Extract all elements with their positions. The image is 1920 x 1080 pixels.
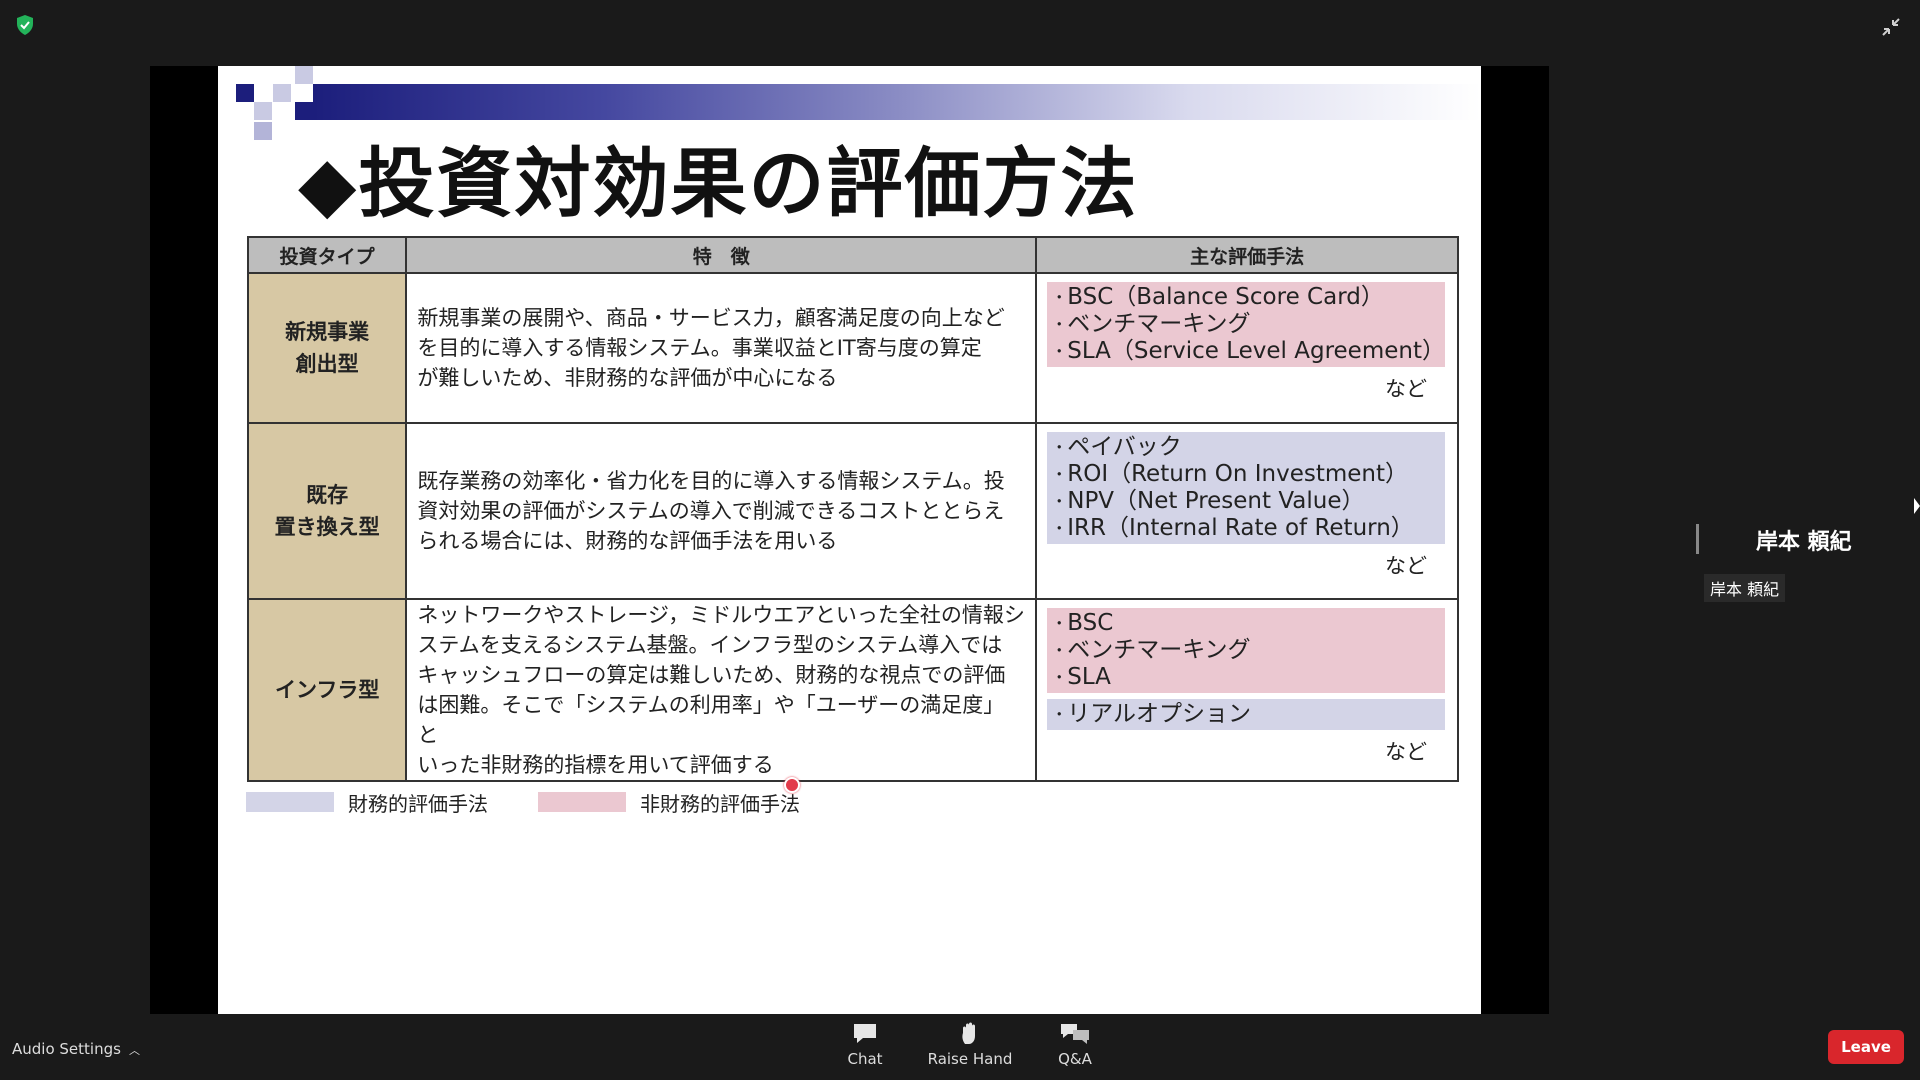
chat-button[interactable]: Chat [820,1022,910,1068]
feature-line: が難しいため、非財務的な評価が中心になる [417,366,838,390]
raise-hand-label: Raise Hand [927,1050,1013,1068]
mouse-cursor [1914,498,1920,514]
type-cell: インフラ型 [246,598,408,782]
method-item: ROI（Return On Investment） [1051,461,1445,488]
etc-label: など [1385,740,1427,764]
type-cell: 新規事業 創出型 [246,272,408,424]
header-investment-type: 投資タイプ [246,236,408,274]
evaluation-methods-table: 投資タイプ 特 徴 主な評価手法 新規事業 創出型 新規事業の展開や、商品・サー… [246,236,1459,782]
speaker-indicator [1696,524,1699,554]
banner-square [254,122,272,140]
chat-label: Chat [847,1050,883,1068]
feature-line: 既存業務の効率化・省力化を目的に導入する情報システム。投 [417,469,1005,493]
banner-square [273,84,291,102]
feature-line: いった非財務的指標を用いて評価する [417,753,774,777]
methods-cell: BSC（Balance Score Card） ベンチマーキング SLA（Ser… [1035,272,1459,424]
non-financial-method-group: BSC（Balance Score Card） ベンチマーキング SLA（Ser… [1047,282,1445,367]
method-item: リアルオプション [1051,701,1445,728]
method-item: SLA [1051,664,1445,691]
method-item: IRR（Internal Rate of Return） [1051,515,1445,542]
method-item: ベンチマーキング [1051,637,1445,664]
slide-title: ◆投資対効果の評価方法 [298,139,1139,228]
type-label: 既存 [306,483,349,507]
banner-square [295,66,313,84]
financial-method-group: ペイバック ROI（Return On Investment） NPV（Net … [1047,432,1445,544]
qa-icon [1061,1024,1089,1044]
active-speaker-name: 岸本 頼紀 [1756,530,1852,555]
banner-square [254,102,272,120]
feature-line: 新規事業の展開や、商品・サービス力，顧客満足度の向上など [417,306,1005,330]
raise-hand-button[interactable]: Raise Hand [925,1022,1015,1068]
feature-line: ネットワークやストレージ，ミドルウエアといった全社の情報シ [417,603,1025,627]
banner-gradient-bar [313,84,1481,120]
feature-line: ステムを支えるシステム基盤。インフラ型のシステム導入では [417,633,1003,657]
leave-button[interactable]: Leave [1828,1030,1904,1064]
table-row: インフラ型 ネットワークやストレージ，ミドルウエアといった全社の情報シ ステムを… [246,598,1459,782]
feature-cell: ネットワークやストレージ，ミドルウエアといった全社の情報シ ステムを支えるシステ… [405,598,1038,782]
audio-settings-label: Audio Settings [12,1040,121,1058]
qa-button[interactable]: Q&A [1030,1022,1120,1068]
banner-square [295,102,313,120]
method-item: ベンチマーキング [1051,311,1445,338]
method-item: SLA（Service Level Agreement） [1051,338,1445,365]
etc-label: など [1385,377,1427,401]
non-financial-method-group: BSC ベンチマーキング SLA [1047,608,1445,693]
legend-financial: 財務的評価手法 [246,790,488,816]
legend-label-financial: 財務的評価手法 [348,791,488,816]
method-item: BSC [1051,610,1445,637]
method-item: BSC（Balance Score Card） [1051,284,1445,311]
meeting-toolbar: Audio Settings ︿ Chat Raise Hand Q&A Leav… [0,1014,1920,1080]
type-label: 新規事業 [285,320,370,344]
method-item: NPV（Net Present Value） [1051,488,1445,515]
feature-cell: 新規事業の展開や、商品・サービス力，顧客満足度の向上など を目的に導入する情報シ… [405,272,1038,424]
speaker-name-tag: 岸本 頼紀 [1704,574,1786,602]
chat-icon [854,1024,876,1043]
methods-cell: BSC ベンチマーキング SLA リアルオプション など [1035,598,1459,782]
raise-hand-icon [962,1022,975,1044]
type-label: インフラ型 [274,678,380,702]
feature-line: は困難。そこで「システムの利用率」や「ユーザーの満足度」と [417,693,1005,747]
qa-label: Q&A [1058,1050,1092,1068]
legend-label-non-financial: 非財務的評価手法 [640,791,800,816]
legend-swatch-non-financial [538,792,626,812]
feature-line: られる場合には、財務的な評価手法を用いる [417,529,838,553]
method-item: ペイバック [1051,434,1445,461]
header-features: 特 徴 [405,236,1038,274]
etc-label: など [1385,554,1427,578]
type-label: 置き換え型 [274,515,380,539]
presentation-slide: ◆投資対効果の評価方法 投資タイプ 特 徴 主な評価手法 新規事業 創出型 新規… [218,66,1481,1014]
laser-pointer-dot [784,777,800,793]
type-cell: 既存 置き換え型 [246,422,408,600]
financial-method-group: リアルオプション [1047,699,1445,730]
legend-non-financial: 非財務的評価手法 [538,790,800,816]
audio-settings-button[interactable]: Audio Settings ︿ [12,1040,140,1058]
collapse-icon[interactable] [1880,16,1902,38]
feature-line: を目的に導入する情報システム。事業収益とIT寄与度の算定 [417,336,982,360]
table-row: 既存 置き換え型 既存業務の効率化・省力化を目的に導入する情報システム。投 資対… [246,422,1459,600]
table-row: 新規事業 創出型 新規事業の展開や、商品・サービス力，顧客満足度の向上など を目… [246,272,1459,424]
feature-line: 資対効果の評価がシステムの導入で削減できるコストととらえ [417,499,1005,523]
type-label: 創出型 [295,352,359,376]
feature-cell: 既存業務の効率化・省力化を目的に導入する情報システム。投 資対効果の評価がシステ… [405,422,1038,600]
feature-line: キャッシュフローの算定は難しいため、財務的な視点での評価 [417,663,1006,687]
legend-swatch-financial [246,792,334,812]
banner-square [236,84,254,102]
header-main-methods: 主な評価手法 [1035,236,1459,274]
shield-check-icon[interactable] [14,14,36,36]
chevron-up-icon[interactable]: ︿ [129,1044,140,1057]
methods-cell: ペイバック ROI（Return On Investment） NPV（Net … [1035,422,1459,600]
